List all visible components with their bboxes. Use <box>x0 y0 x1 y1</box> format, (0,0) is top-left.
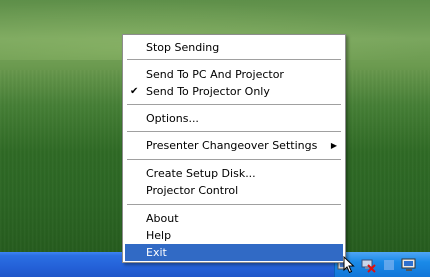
checkmark-icon: ✔ <box>130 86 139 97</box>
menu-separator <box>127 159 341 160</box>
menu-item-send-to-projector-only[interactable]: ✔ Send To Projector Only <box>125 83 343 100</box>
menu-item-create-setup-disk[interactable]: Create Setup Disk... <box>125 165 343 182</box>
menu-item-send-to-pc-and-projector[interactable]: Send To PC And Projector <box>125 66 343 83</box>
network-disconnected-icon[interactable] <box>360 257 376 273</box>
menu-item-about[interactable]: About <box>125 210 343 227</box>
menu-item-label: Help <box>146 229 172 242</box>
menu-separator <box>127 104 341 105</box>
volume-icon[interactable] <box>381 257 397 273</box>
menu-item-label: Options... <box>146 112 199 125</box>
menu-separator <box>127 131 341 132</box>
menu-item-label: Send To Projector Only <box>146 85 270 98</box>
submenu-arrow-icon: ▶ <box>330 141 337 150</box>
menu-item-label: Projector Control <box>146 184 239 197</box>
menu-item-label: Send To PC And Projector <box>146 68 284 81</box>
menu-item-label: Stop Sending <box>146 41 220 54</box>
menu-item-exit[interactable]: Exit <box>125 244 343 261</box>
menu-item-label: About <box>146 212 179 225</box>
menu-item-stop-sending[interactable]: Stop Sending <box>125 39 343 56</box>
menu-item-projector-control[interactable]: Projector Control <box>125 182 343 199</box>
mouse-pointer-icon <box>343 256 355 274</box>
menu-item-label: Presenter Changeover Settings <box>146 139 318 152</box>
menu-separator <box>127 59 341 60</box>
menu-item-options[interactable]: Options... <box>125 110 343 127</box>
menu-item-label: Exit <box>146 246 167 259</box>
menu-item-presenter-changeover-settings[interactable]: Presenter Changeover Settings ▶ <box>125 137 343 154</box>
menu-item-help[interactable]: Help <box>125 227 343 244</box>
tray-context-menu: Stop Sending Send To PC And Projector ✔ … <box>122 34 346 263</box>
display-icon[interactable] <box>401 257 417 273</box>
menu-item-label: Create Setup Disk... <box>146 167 256 180</box>
menu-separator <box>127 204 341 205</box>
